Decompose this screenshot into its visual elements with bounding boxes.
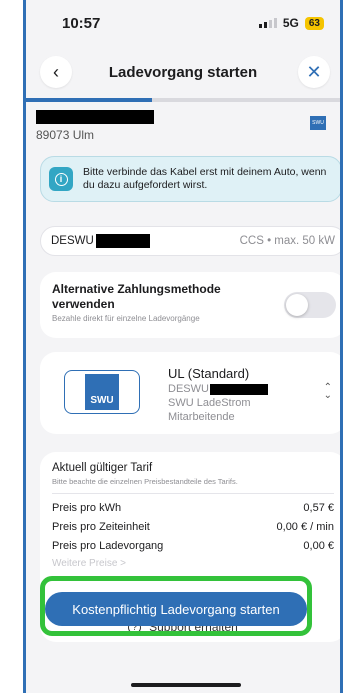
operator-logo: SWU bbox=[310, 116, 326, 130]
tariff-logo: SWU bbox=[64, 370, 140, 414]
tariff-name: UL (Standard) bbox=[168, 366, 250, 381]
nav-bar: ‹ Ladevorgang starten ✕ bbox=[26, 46, 340, 98]
signal-icon bbox=[258, 18, 277, 28]
price-value: 0,00 € bbox=[303, 540, 334, 552]
price-label: Preis pro kWh bbox=[52, 502, 122, 514]
chevron-up-down-icon: ⌃ ⌄ bbox=[323, 382, 332, 401]
price-row: Preis pro Ladevorgang 0,00 € bbox=[52, 539, 334, 553]
tariff-product: SWU LadeStrom bbox=[168, 397, 251, 409]
redacted-station-name bbox=[36, 110, 154, 124]
close-button[interactable]: ✕ bbox=[298, 56, 330, 88]
tariff-id-prefix: DESWU bbox=[168, 383, 209, 395]
price-label: Preis pro Ladevorgang bbox=[52, 540, 164, 552]
info-banner: i Bitte verbinde das Kabel erst mit dein… bbox=[40, 156, 340, 202]
close-icon: ✕ bbox=[306, 61, 322, 82]
status-time: 10:57 bbox=[62, 14, 101, 32]
info-message: Bitte verbinde das Kabel erst mit deinem… bbox=[83, 166, 327, 191]
progress-fill bbox=[26, 98, 152, 102]
toggle-knob bbox=[286, 294, 308, 316]
price-value: 0,57 € bbox=[303, 502, 334, 514]
price-subtitle: Bitte beachte die einzelnen Preisbestand… bbox=[52, 477, 238, 486]
back-button[interactable]: ‹ bbox=[40, 56, 72, 88]
page-title: Ladevorgang starten bbox=[108, 63, 258, 81]
connector-name: DESWU bbox=[51, 235, 94, 247]
swu-logo: SWU bbox=[85, 374, 119, 410]
status-bar: 10:57 5G 63 bbox=[26, 0, 340, 46]
alt-payment-title: Alternative Zahlungsmethode verwenden bbox=[52, 282, 221, 311]
chevron-left-icon: ‹ bbox=[53, 61, 59, 82]
tariff-group: Mitarbeitende bbox=[168, 411, 235, 423]
info-icon: i bbox=[54, 172, 68, 186]
progress-bar bbox=[26, 98, 340, 102]
alt-payment-toggle[interactable] bbox=[284, 292, 336, 318]
alt-payment-card: Alternative Zahlungsmethode verwenden Be… bbox=[40, 272, 340, 338]
battery-icon: 63 bbox=[304, 16, 324, 30]
price-value: 0,00 € / min bbox=[276, 521, 334, 533]
price-row: Preis pro kWh 0,57 € bbox=[52, 501, 334, 515]
more-prices-link[interactable]: Weitere Preise > bbox=[52, 558, 334, 569]
price-row: Preis pro Zeiteinheit 0,00 € / min bbox=[52, 520, 334, 534]
home-indicator bbox=[131, 683, 241, 687]
start-charging-button[interactable]: Kostenpflichtig Ladevorgang starten bbox=[45, 592, 307, 626]
station-header: 89073 Ulm SWU bbox=[36, 108, 326, 142]
connector-spec: CCS • max. 50 kW bbox=[239, 235, 335, 247]
redacted-connector-id bbox=[95, 234, 150, 248]
redacted-tariff-id bbox=[209, 383, 268, 395]
station-address: 89073 Ulm bbox=[36, 128, 95, 142]
price-title: Aktuell gültiger Tarif bbox=[52, 462, 153, 474]
price-label: Preis pro Zeiteinheit bbox=[52, 521, 150, 533]
divider bbox=[52, 493, 334, 494]
connector-pill[interactable]: DESWU CCS • max. 50 kW bbox=[40, 226, 340, 256]
tariff-selector[interactable]: SWU UL (Standard) DESWU SWU LadeStrom Mi… bbox=[40, 352, 340, 434]
network-label: 5G bbox=[282, 16, 299, 30]
